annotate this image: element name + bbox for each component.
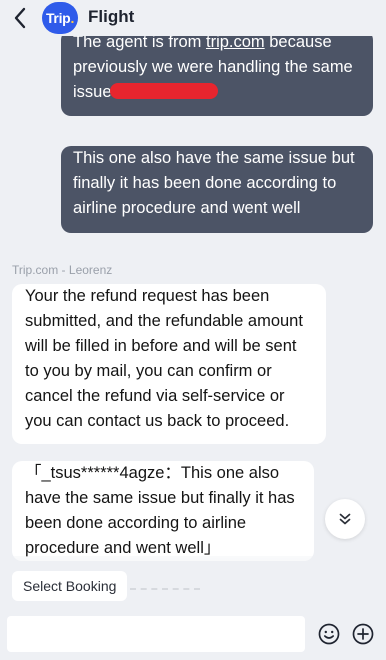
message-text: This one also have the same issue but fi… [73,149,355,217]
divider [130,580,200,590]
scroll-to-bottom-button[interactable] [325,499,365,539]
agent-message-1: Your the refund request has been submitt… [12,284,326,444]
trip-logo: Trip. [42,2,78,34]
emoji-button[interactable] [317,622,341,646]
add-attachment-button[interactable] [351,622,375,646]
back-button[interactable] [8,5,32,31]
message-text: Your the refund request has been submitt… [25,287,303,430]
user-message-1: The agent is from trip.com because previ… [61,30,373,116]
smiley-icon [318,623,340,645]
logo-dot: . [70,10,75,26]
chat-header: Trip. Flight [0,0,386,36]
agent-message-2: 「_tsus******4agze：This one also have the… [12,461,314,561]
plus-circle-icon [352,623,374,645]
user-message-2: This one also have the same issue but fi… [61,146,373,233]
composer-bar [0,604,386,660]
double-chevron-down-icon [339,513,351,525]
select-booking-button[interactable]: Select Booking [12,571,128,601]
sender-label: Trip.com - Leorenz [12,263,113,277]
quoted-message-text: 「_tsus******4agze：This one also have the… [25,464,295,557]
redaction-mark [109,83,218,99]
chevron-left-icon [14,7,26,29]
message-input[interactable] [7,616,305,652]
page-title: Flight [88,7,135,26]
logo-text: Trip [45,10,71,26]
